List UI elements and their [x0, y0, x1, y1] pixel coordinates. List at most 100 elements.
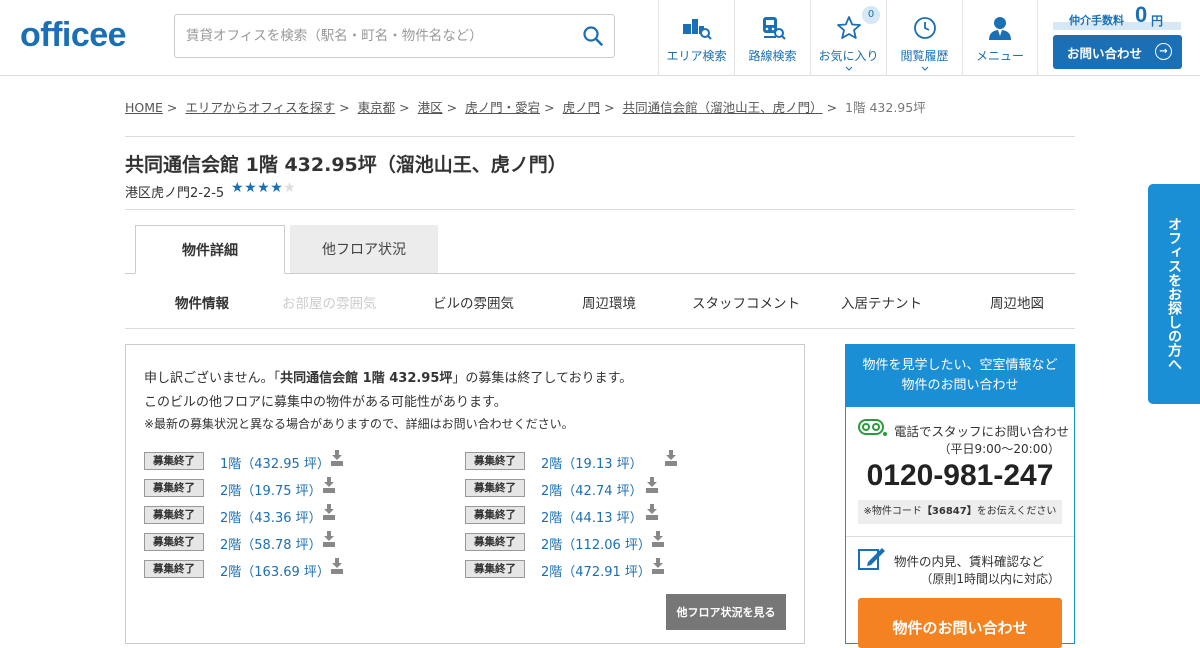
property-address: 港区虎ノ門2-2-5	[125, 186, 225, 201]
site-header: officee エリア検索 路線検索 0 お気に入り	[0, 0, 1200, 76]
download-icon[interactable]	[645, 503, 659, 521]
section-link-tenants[interactable]: 入居テナント	[841, 292, 922, 312]
phone-number[interactable]: 0120-981-247	[846, 459, 1074, 493]
breadcrumb-link[interactable]: 共同通信会館（溜池山王、虎ノ門）	[623, 100, 823, 115]
floor-link[interactable]: 2階（44.13 坪）	[541, 507, 643, 526]
property-inquiry-button[interactable]: 物件のお問い合わせ	[858, 598, 1062, 648]
visit-response-time: （原則1時間以内に対応）	[920, 572, 1060, 586]
office-search-floating-tab[interactable]: オフィスをお探しの方へ	[1148, 184, 1200, 404]
download-icon[interactable]	[322, 530, 336, 548]
floor-row: 募集終了 2階（43.36 坪）	[144, 503, 444, 526]
divider	[846, 536, 1074, 537]
search-box	[174, 14, 615, 58]
section-link-surroundings[interactable]: 周辺環境	[582, 292, 636, 312]
download-icon[interactable]	[330, 557, 344, 575]
header-contact-button[interactable]: お問い合わせ →	[1053, 35, 1182, 69]
download-icon[interactable]	[651, 557, 665, 575]
breadcrumb-separator: >	[446, 100, 458, 115]
person-icon	[987, 14, 1013, 42]
floor-link[interactable]: 2階（112.06 坪）	[541, 534, 651, 553]
nav-favorites[interactable]: 0 お気に入り	[810, 0, 886, 75]
download-icon[interactable]	[645, 476, 659, 494]
breadcrumb: HOME > エリアからオフィスを探す > 東京都 > 港区 > 虎ノ門・愛宕 > 虎ノ門…	[125, 97, 926, 116]
breadcrumb-link[interactable]: 東京都	[358, 100, 396, 115]
property-code-note: ※物件コード【36847】をお伝えください	[858, 500, 1062, 524]
section-link-staff-comment[interactable]: スタッフコメント	[692, 292, 800, 312]
section-link-property-info[interactable]: 物件情報	[175, 292, 229, 312]
listing-ended-notice: 申し訳ございません。「共同通信会館 1階 432.95坪」の募集は終了しておりま…	[125, 344, 805, 644]
view-other-floors-button[interactable]: 他フロア状況を見る	[666, 594, 786, 630]
floor-row: 募集終了 2階（42.74 坪）	[465, 476, 765, 499]
floor-link[interactable]: 2階（163.69 坪）	[220, 561, 330, 580]
inquiry-panel: 物件を見学したい、空室情報など 物件のお問い合わせ 電話でスタッフにお問い合わせ…	[845, 344, 1075, 648]
property-code: 【36847】	[921, 506, 977, 517]
site-logo[interactable]: officee	[20, 16, 127, 55]
floor-link[interactable]: 2階（42.74 坪）	[541, 480, 643, 499]
floor-row: 募集終了 1階（432.95 坪）	[144, 449, 444, 472]
floor-link[interactable]: 2階（43.36 坪）	[220, 507, 322, 526]
rating-stars: ★★★★★	[231, 180, 296, 196]
breadcrumb-link[interactable]: エリアからオフィスを探す	[185, 100, 335, 115]
divider	[125, 209, 1075, 210]
breadcrumb-separator: >	[399, 100, 410, 115]
download-icon[interactable]	[322, 503, 336, 521]
search-input[interactable]	[175, 16, 572, 56]
brokerage-fee-banner: 仲介手数料 0 円	[1053, 2, 1181, 30]
download-icon[interactable]	[322, 476, 336, 494]
nav-label: メニュー	[975, 49, 1024, 63]
clock-icon	[912, 14, 938, 42]
nav-history[interactable]: 閲覧履歴	[886, 0, 962, 75]
section-link-room-atmosphere: お部屋の雰囲気	[282, 296, 377, 312]
contact-button-label: お問い合わせ	[1067, 45, 1143, 61]
nav-menu[interactable]: メニュー	[962, 0, 1038, 75]
floor-row: 募集終了 2階（44.13 坪）	[465, 503, 765, 526]
breadcrumb-separator: >	[544, 100, 555, 115]
download-icon[interactable]	[651, 530, 665, 548]
divider	[125, 136, 1075, 137]
floor-row: 募集終了 2階（19.75 坪）	[144, 476, 444, 499]
code-note-text: をお伝えください	[976, 506, 1057, 517]
recruitment-ended-badge: 募集終了	[144, 533, 204, 551]
floor-row: 募集終了 2階（58.78 坪）	[144, 530, 444, 553]
star-filled-icon: ★	[244, 180, 258, 196]
floor-link[interactable]: 2階（58.78 坪）	[220, 534, 322, 553]
floor-link[interactable]: 2階（472.91 坪）	[541, 561, 651, 580]
download-icon[interactable]	[664, 449, 678, 467]
breadcrumb-link[interactable]: 港区	[418, 100, 443, 115]
nav-label: エリア検索	[666, 49, 727, 63]
notice-text: 」の募集は終了しております。	[452, 371, 633, 386]
tab-other-floors[interactable]: 他フロア状況	[290, 225, 438, 273]
tab-property-details[interactable]: 物件詳細	[135, 225, 285, 274]
floor-link[interactable]: 2階（19.75 坪）	[220, 480, 322, 499]
phone-hours: （平日9:00～20:00）	[938, 442, 1060, 456]
star-icon	[836, 14, 862, 42]
floor-row: 募集終了 2階（472.91 坪）	[465, 557, 765, 580]
fee-label: 仲介手数料	[1069, 14, 1124, 27]
nav-area-search[interactable]: エリア検索	[658, 0, 734, 75]
chevron-down-icon	[845, 66, 852, 71]
download-icon[interactable]	[330, 449, 344, 467]
free-dial-icon	[858, 419, 888, 441]
breadcrumb-link[interactable]: 虎ノ門	[563, 100, 601, 115]
section-link-building-atmosphere[interactable]: ビルの雰囲気	[433, 292, 514, 312]
nav-label: 路線検索	[748, 49, 797, 63]
breadcrumb-separator: >	[826, 100, 838, 115]
nav-label: 閲覧履歴	[900, 49, 949, 63]
breadcrumb-link[interactable]: HOME	[125, 100, 163, 115]
breadcrumb-link[interactable]: 虎ノ門・愛宕	[465, 100, 540, 115]
nav-line-search[interactable]: 路線検索	[734, 0, 810, 75]
notice-text: 申し訳ございません。「	[144, 371, 281, 386]
divider	[125, 328, 1075, 329]
star-filled-icon: ★	[270, 180, 284, 196]
area-map-icon	[681, 14, 713, 42]
floor-link[interactable]: 1階（432.95 坪）	[220, 453, 330, 472]
inquiry-panel-header: 物件を見学したい、空室情報など 物件のお問い合わせ	[846, 345, 1074, 407]
breadcrumb-separator: >	[604, 100, 615, 115]
search-icon[interactable]	[572, 15, 614, 57]
notice-line-1: 申し訳ございません。「共同通信会館 1階 432.95坪」の募集は終了しておりま…	[144, 367, 632, 386]
train-icon	[758, 14, 788, 42]
section-link-map[interactable]: 周辺地図	[990, 292, 1044, 312]
recruitment-ended-badge: 募集終了	[144, 560, 204, 578]
recruitment-ended-badge: 募集終了	[465, 506, 525, 524]
floor-link[interactable]: 2階（19.13 坪）	[541, 453, 643, 472]
